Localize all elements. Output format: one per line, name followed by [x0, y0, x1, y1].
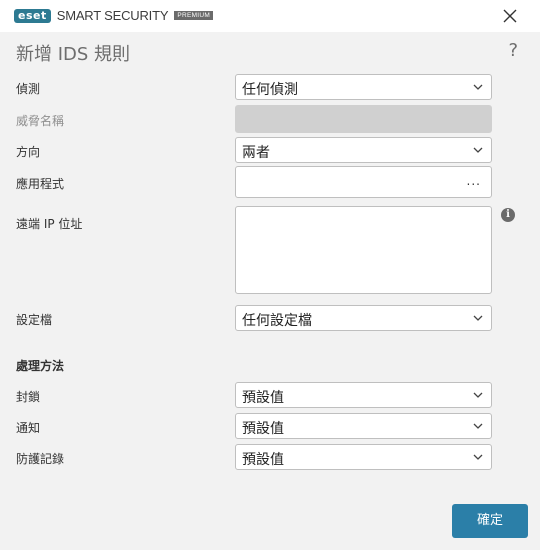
- help-button[interactable]: ?: [508, 40, 518, 61]
- product-name: SMART SECURITY: [56, 8, 169, 23]
- notify-label: 通知: [16, 421, 41, 435]
- threat-name-label: 威脅名稱: [16, 114, 65, 128]
- application-field[interactable]: ...: [235, 166, 492, 198]
- block-label: 封鎖: [16, 390, 41, 404]
- direction-value: 兩者: [242, 145, 270, 161]
- notify-select[interactable]: 預設值: [235, 413, 492, 439]
- browse-button[interactable]: ...: [467, 174, 481, 188]
- log-label: 防護記錄: [16, 452, 65, 466]
- detection-select[interactable]: 任何偵測: [235, 74, 492, 100]
- detection-value: 任何偵測: [242, 82, 298, 98]
- actions-section-title: 處理方法: [16, 359, 65, 373]
- direction-select[interactable]: 兩者: [235, 137, 492, 163]
- remote-ip-label: 遠端 IP 位址: [16, 217, 83, 231]
- chevron-down-icon: [473, 454, 483, 460]
- log-value: 預設值: [242, 452, 284, 468]
- block-value: 預設值: [242, 390, 284, 406]
- profile-label: 設定檔: [16, 313, 53, 327]
- application-label: 應用程式: [16, 177, 65, 191]
- remote-ip-textarea[interactable]: [235, 206, 492, 294]
- chevron-down-icon: [473, 84, 483, 90]
- edition-badge: PREMIUM: [174, 11, 214, 20]
- eset-logo: eset: [14, 8, 51, 23]
- notify-value: 預設值: [242, 421, 284, 437]
- close-icon: [503, 9, 517, 23]
- threat-name-field: [235, 105, 492, 133]
- detection-label: 偵測: [16, 82, 41, 96]
- profile-value: 任何設定檔: [242, 313, 312, 329]
- direction-label: 方向: [16, 145, 41, 159]
- ok-button[interactable]: 確定: [452, 504, 528, 538]
- profile-select[interactable]: 任何設定檔: [235, 305, 492, 331]
- chevron-down-icon: [473, 392, 483, 398]
- chevron-down-icon: [473, 147, 483, 153]
- close-button[interactable]: [502, 8, 518, 24]
- chevron-down-icon: [473, 423, 483, 429]
- block-select[interactable]: 預設值: [235, 382, 492, 408]
- title-bar: eset SMART SECURITY PREMIUM: [0, 0, 540, 32]
- page-title: 新增 IDS 規則: [16, 44, 131, 65]
- app-logo: eset SMART SECURITY PREMIUM: [14, 8, 214, 23]
- chevron-down-icon: [473, 315, 483, 321]
- log-select[interactable]: 預設值: [235, 444, 492, 470]
- info-icon[interactable]: i: [501, 208, 515, 222]
